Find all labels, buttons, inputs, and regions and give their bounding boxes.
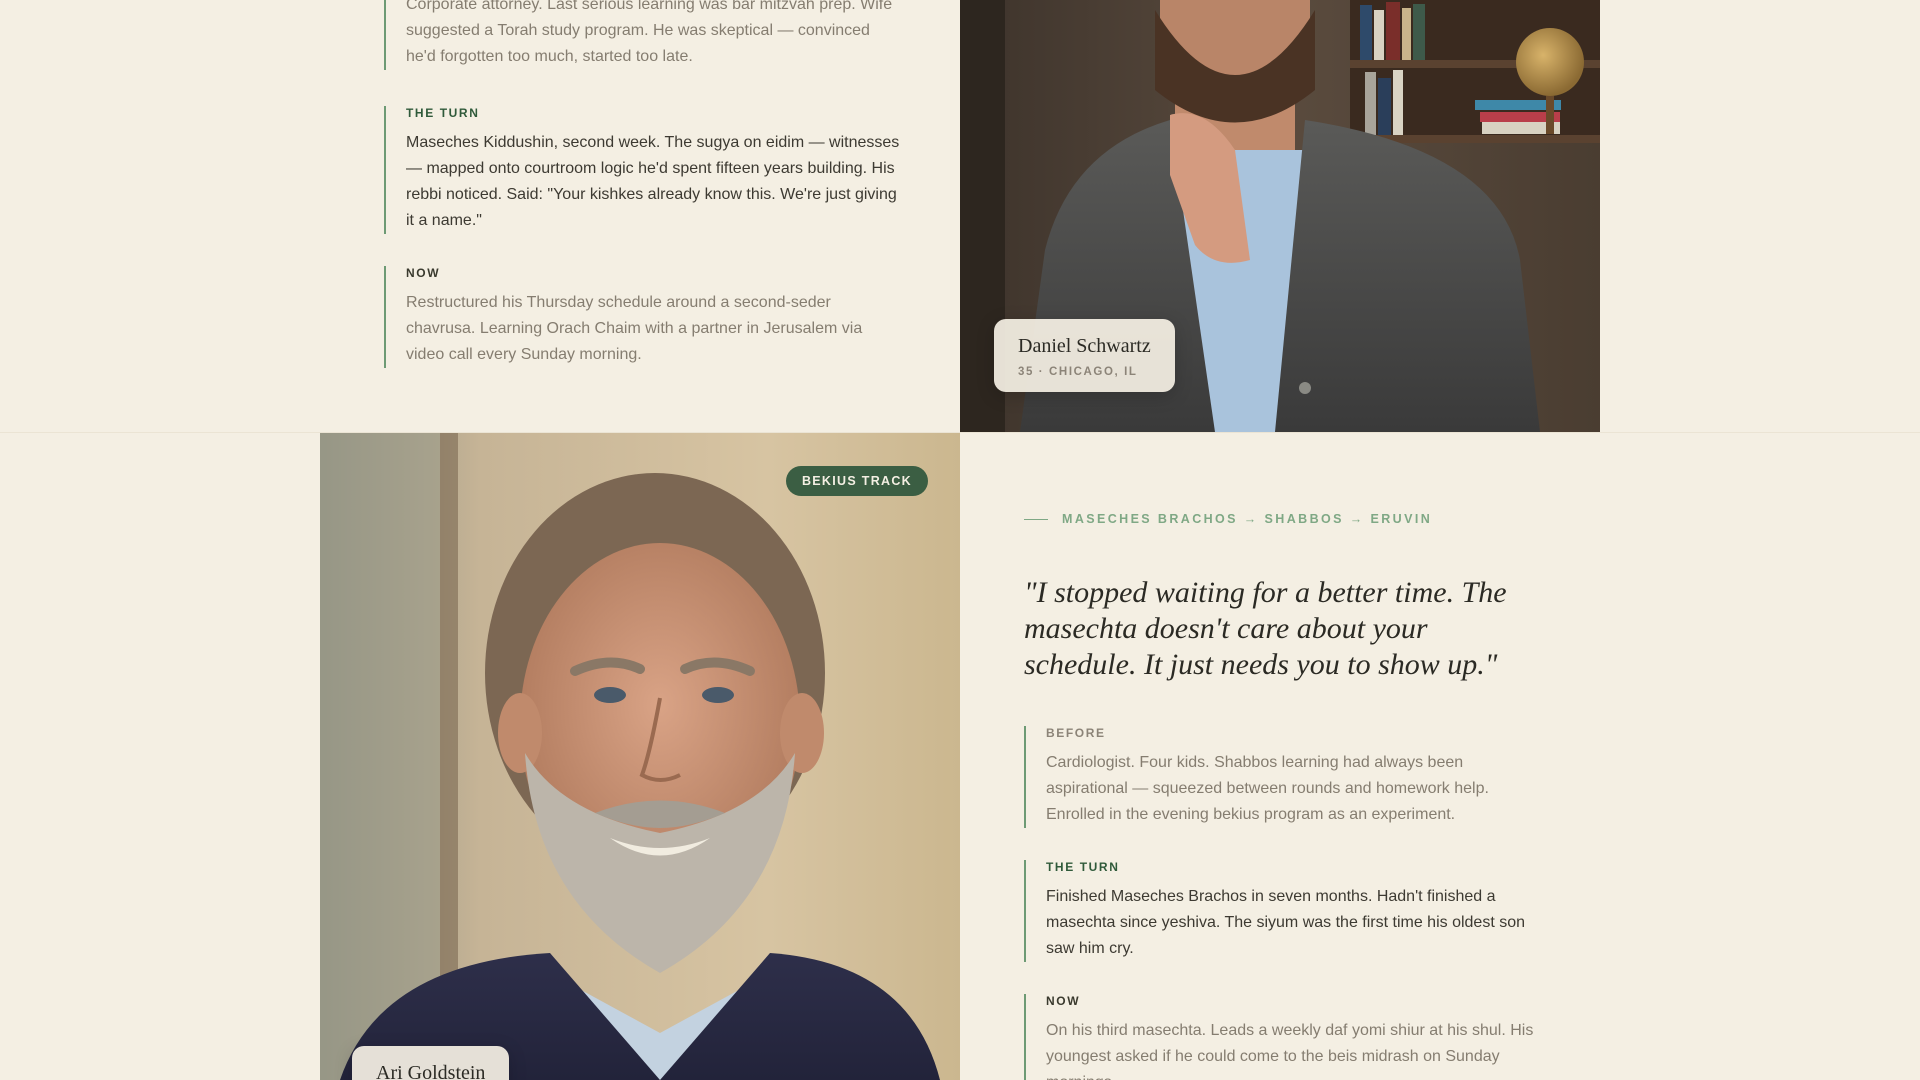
turn-body: Maseches Kiddushin, second week. The sug… <box>406 134 900 229</box>
now-body: On his third masechta. Leads a weekly da… <box>1046 1022 1534 1080</box>
now-body: Restructured his Thursday schedule aroun… <box>406 294 863 363</box>
now-label: NOW <box>1046 994 1081 1008</box>
track-text: MASECHES BRACHOS → SHABBOS → ERUVIN <box>1062 512 1433 526</box>
portrait-ari-illustration <box>320 433 960 1080</box>
before-body: Corporate attorney. Last serious learnin… <box>406 0 893 65</box>
before-label: BEFORE <box>1046 726 1106 740</box>
testimonials-page: Corporate attorney. Last serious learnin… <box>0 0 1920 1080</box>
now-label: NOW <box>406 266 441 280</box>
turn-section: THE TURN Finished Maseches Brachos in se… <box>1024 860 1544 962</box>
before-body: Cardiologist. Four kids. Shabbos learnin… <box>1046 754 1489 823</box>
now-section: NOW Restructured his Thursday schedule a… <box>384 266 904 368</box>
track-badge: BEKIUS TRACK <box>785 466 928 496</box>
now-section: NOW On his third masechta. Leads a weekl… <box>1024 994 1544 1080</box>
turn-label: THE TURN <box>1046 860 1120 874</box>
section-divider <box>0 432 1920 433</box>
before-section: BEFORE Cardiologist. Four kids. Shabbos … <box>1024 726 1544 828</box>
name-card-daniel: Daniel Schwartz 35 · CHICAGO, IL <box>994 319 1175 392</box>
person-name: Daniel Schwartz <box>1018 335 1151 357</box>
before-section: Corporate attorney. Last serious learnin… <box>384 0 904 70</box>
portrait-daniel-photo: Daniel Schwartz 35 · CHICAGO, IL <box>960 0 1600 432</box>
name-card-ari: Ari Goldstein <box>352 1046 510 1080</box>
track-dash <box>1024 518 1048 520</box>
turn-section: THE TURN Maseches Kiddushin, second week… <box>384 106 904 234</box>
portrait-ari-photo: BEKIUS TRACK Ari Goldstein <box>320 433 960 1080</box>
turn-label: THE TURN <box>406 106 480 120</box>
testimonial-quote: "I stopped waiting for a better time. Th… <box>1024 576 1507 681</box>
turn-body: Finished Maseches Brachos in seven month… <box>1046 888 1526 957</box>
masechta-track: MASECHES BRACHOS → SHABBOS → ERUVIN <box>1024 512 1432 526</box>
person-name: Ari Goldstein <box>376 1062 486 1080</box>
person-meta: 35 · CHICAGO, IL <box>1018 366 1138 378</box>
